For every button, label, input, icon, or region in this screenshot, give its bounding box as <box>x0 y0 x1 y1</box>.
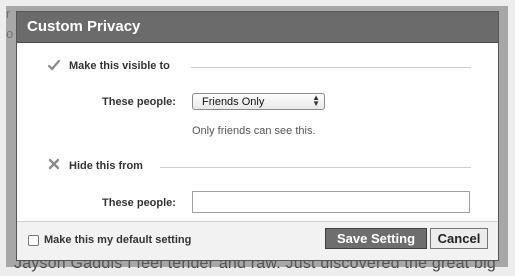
dialog-header: Custom Privacy <box>17 12 498 43</box>
dialog-title: Custom Privacy <box>27 18 141 35</box>
custom-privacy-dialog: Custom Privacy Make this visible to Thes… <box>16 11 499 261</box>
default-setting-checkbox[interactable] <box>28 235 39 246</box>
visibility-select-value: Friends Only <box>202 96 265 108</box>
x-icon <box>48 158 60 170</box>
default-setting-label[interactable]: Make this my default setting <box>44 234 191 246</box>
visible-section-title: Make this visible to <box>69 60 170 72</box>
visibility-hint: Only friends can see this. <box>192 125 316 137</box>
check-icon <box>47 59 61 71</box>
hide-people-input[interactable] <box>192 191 470 213</box>
save-setting-button[interactable]: Save Setting <box>325 228 427 249</box>
visibility-select[interactable]: Friends Only ▲ ▼ <box>192 93 325 110</box>
hide-section-title: Hide this from <box>69 160 143 172</box>
visible-people-label: These people: <box>102 96 176 108</box>
cancel-button[interactable]: Cancel <box>430 228 488 249</box>
section-divider <box>160 167 471 168</box>
dialog-footer: Make this my default setting Save Settin… <box>17 221 498 260</box>
updown-arrows-icon: ▲ ▼ <box>312 93 320 108</box>
section-divider <box>191 67 471 68</box>
hide-people-label: These people: <box>102 197 176 209</box>
